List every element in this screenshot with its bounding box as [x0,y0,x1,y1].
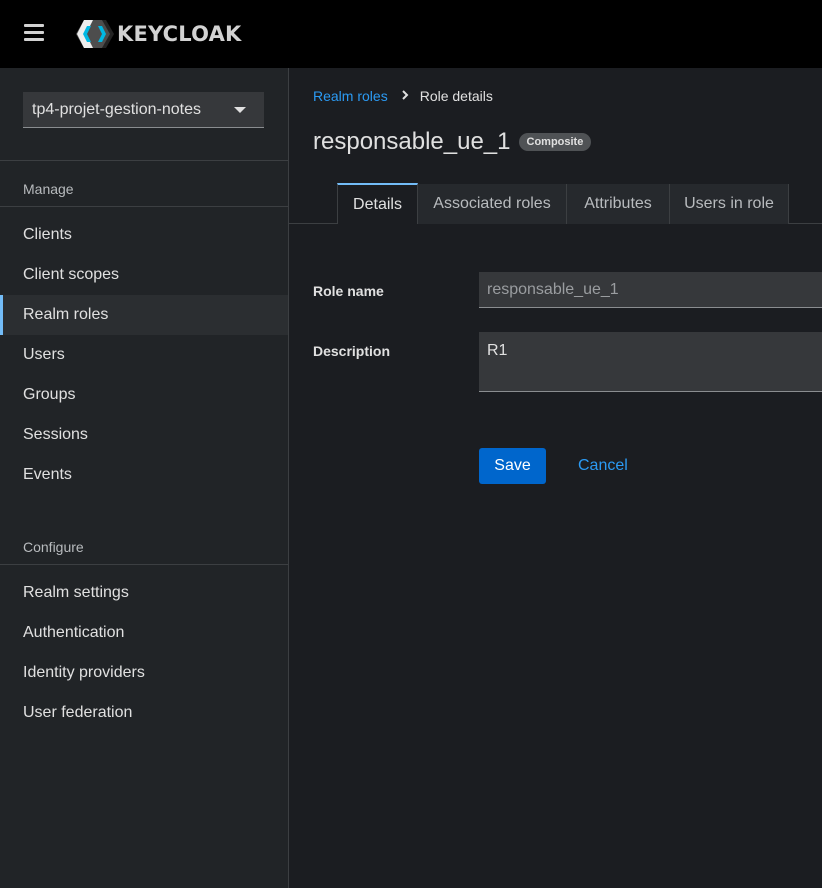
sidebar-item-identity-providers[interactable]: Identity providers [0,653,288,693]
sidebar-item-authentication[interactable]: Authentication [0,613,288,653]
brand-logo[interactable]: KEYCLOAK [76,18,242,50]
sidebar-item-users[interactable]: Users [0,335,288,375]
sidebar-divider [0,160,289,161]
caret-down-icon [234,107,246,113]
sidebar-item-client-scopes[interactable]: Client scopes [0,255,288,295]
cancel-button[interactable]: Cancel [571,448,635,484]
realm-selector[interactable]: tp4-projet-gestion-notes [23,92,264,128]
sidebar-divider [0,206,289,207]
sidebar-item-label: Realm roles [23,306,109,323]
breadcrumb-current: Role details [419,88,493,104]
sidebar-item-realm-roles[interactable]: Realm roles [0,295,288,335]
tab-label: Users in role [684,195,774,212]
sidebar-item-label: Groups [23,386,76,403]
sidebar-divider [0,564,289,565]
page-title: responsable_ue_1 [313,128,511,155]
tab-bar: Details Associated roles Attributes User… [289,183,822,224]
tab-associated-roles[interactable]: Associated roles [418,184,567,224]
main-content: Realm roles Role details responsable_ue_… [289,68,822,888]
realm-selector-value: tp4-projet-gestion-notes [32,100,201,118]
sidebar-item-label: Client scopes [23,266,120,283]
sidebar-item-events[interactable]: Events [0,455,288,495]
save-button[interactable]: Save [479,448,546,484]
sidebar-item-realm-settings[interactable]: Realm settings [0,573,288,613]
tab-label: Associated roles [433,195,551,212]
sidebar-item-clients[interactable]: Clients [0,215,288,255]
sidebar-item-label: Realm settings [23,584,129,601]
masthead: KEYCLOAK [0,0,822,68]
sidebar: tp4-projet-gestion-notes Manage Clients … [0,68,289,888]
sidebar-item-label: Sessions [23,426,88,443]
section-title-configure: Configure [23,539,84,555]
sidebar-item-label: Identity providers [23,664,145,681]
description-field[interactable]: R1 [479,332,822,392]
breadcrumb-link-realm-roles[interactable]: Realm roles [313,88,388,104]
section-title-manage: Manage [23,181,74,197]
role-name-field[interactable] [479,272,822,308]
sidebar-item-sessions[interactable]: Sessions [0,415,288,455]
description-label: Description [313,343,391,359]
hamburger-menu-icon[interactable] [22,22,48,46]
sidebar-item-label: User federation [23,704,133,721]
breadcrumb: Realm roles Role details [313,88,493,104]
chevron-right-icon [401,89,409,103]
tab-label: Attributes [584,195,652,212]
role-name-label: Role name [313,283,384,299]
tab-label: Details [353,195,402,213]
brand-name: KEYCLOAK [117,22,242,46]
tab-details[interactable]: Details [337,183,418,224]
sidebar-item-groups[interactable]: Groups [0,375,288,415]
page-header: responsable_ue_1 Composite [313,128,592,156]
keycloak-logo-icon [76,20,114,48]
sidebar-item-user-federation[interactable]: User federation [0,693,288,733]
tab-attributes[interactable]: Attributes [567,184,670,224]
sidebar-item-label: Events [23,466,72,483]
sidebar-item-label: Authentication [23,624,125,641]
composite-badge: Composite [518,133,592,151]
tab-users-in-role[interactable]: Users in role [670,184,789,224]
sidebar-item-label: Users [23,346,65,363]
sidebar-item-label: Clients [23,226,72,243]
